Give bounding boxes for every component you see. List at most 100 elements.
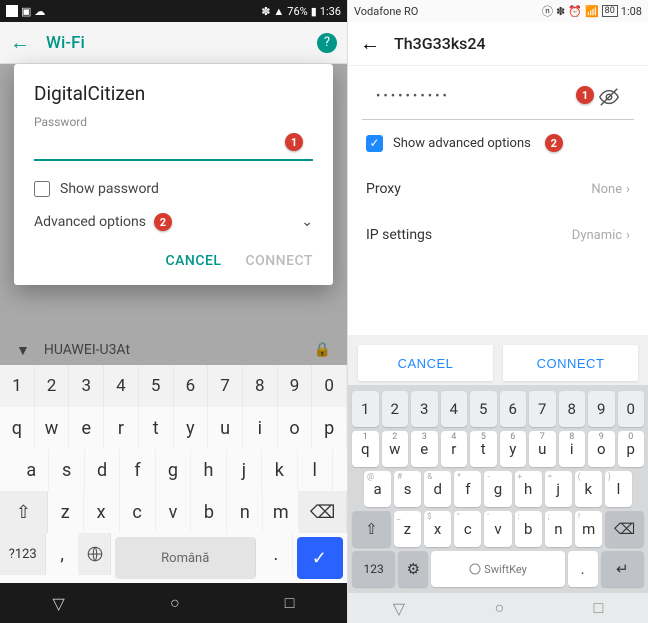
- key-j[interactable]: j: [227, 449, 262, 491]
- nav-back-icon[interactable]: ▽: [53, 594, 65, 613]
- comma-key[interactable]: ,: [46, 533, 78, 575]
- key-6[interactable]: 6: [500, 391, 527, 427]
- key-n[interactable]: ;n: [545, 511, 572, 547]
- period-key[interactable]: .: [568, 551, 598, 587]
- key-y[interactable]: 6y: [500, 431, 527, 467]
- nav-recent-icon[interactable]: □: [285, 593, 295, 613]
- key-b[interactable]: b: [191, 491, 227, 533]
- ip-settings-row[interactable]: IP settings Dynamic›: [348, 212, 648, 258]
- cancel-button[interactable]: CANCEL: [358, 345, 493, 381]
- connect-button[interactable]: CONNECT: [245, 253, 313, 269]
- connect-button[interactable]: CONNECT: [503, 345, 638, 381]
- key-p[interactable]: p: [312, 407, 347, 449]
- key-r[interactable]: r: [104, 407, 139, 449]
- backspace-key[interactable]: ⌫: [299, 491, 347, 533]
- key-3[interactable]: 3: [411, 391, 438, 427]
- key-k[interactable]: (k: [575, 471, 602, 507]
- nav-back-icon[interactable]: ▽: [393, 599, 405, 618]
- key-a[interactable]: @a: [364, 471, 391, 507]
- checkbox-checked-icon[interactable]: ✓: [366, 135, 383, 152]
- key-0[interactable]: 0: [618, 391, 645, 427]
- key-3[interactable]: 3: [69, 365, 104, 407]
- key-e[interactable]: 3e: [411, 431, 438, 467]
- keyboard[interactable]: 1234567890 1q2w3e4r5t6y7u8i9o0p @a#s&d*f…: [348, 385, 648, 593]
- period-key[interactable]: .: [260, 533, 292, 575]
- key-6[interactable]: 6: [174, 365, 209, 407]
- key-d[interactable]: d: [85, 449, 120, 491]
- advanced-options-row[interactable]: Advanced options 2 ⌄: [34, 213, 313, 231]
- key-m[interactable]: m: [263, 491, 299, 533]
- key-1[interactable]: 1: [0, 365, 35, 407]
- settings-key[interactable]: ⚙: [398, 551, 428, 587]
- key-0[interactable]: 0: [312, 365, 347, 407]
- password-input[interactable]: •••••••••• 1: [362, 74, 634, 120]
- key-h[interactable]: h: [191, 449, 226, 491]
- proxy-row[interactable]: Proxy None›: [348, 166, 648, 212]
- key-g[interactable]: -g: [484, 471, 511, 507]
- key-5[interactable]: 5: [470, 391, 497, 427]
- key-8[interactable]: 8: [243, 365, 278, 407]
- nav-recent-icon[interactable]: □: [594, 598, 604, 618]
- key-8[interactable]: 8: [559, 391, 586, 427]
- key-c[interactable]: "c: [454, 511, 481, 547]
- key-r[interactable]: 4r: [441, 431, 468, 467]
- help-icon[interactable]: ?: [317, 33, 337, 53]
- key-l[interactable]: )l: [605, 471, 632, 507]
- enter-key[interactable]: ✓: [297, 537, 343, 579]
- key-b[interactable]: :b: [515, 511, 542, 547]
- key-9[interactable]: 9: [278, 365, 313, 407]
- key-i[interactable]: 8i: [559, 431, 586, 467]
- key-z[interactable]: z: [48, 491, 84, 533]
- key-z[interactable]: _z: [394, 511, 421, 547]
- key-v[interactable]: v: [156, 491, 192, 533]
- shift-key[interactable]: ⇧: [352, 511, 391, 547]
- show-password-checkbox[interactable]: [34, 181, 50, 197]
- key-w[interactable]: w: [35, 407, 70, 449]
- key-g[interactable]: g: [156, 449, 191, 491]
- key-m[interactable]: !m: [575, 511, 602, 547]
- key-w[interactable]: 2w: [382, 431, 409, 467]
- key-f[interactable]: f: [120, 449, 155, 491]
- key-7[interactable]: 7: [208, 365, 243, 407]
- key-c[interactable]: c: [120, 491, 156, 533]
- symbol-key[interactable]: 123: [352, 551, 395, 587]
- visibility-off-icon[interactable]: [598, 86, 620, 108]
- key-i[interactable]: i: [243, 407, 278, 449]
- key-o[interactable]: 9o: [588, 431, 615, 467]
- key-e[interactable]: e: [69, 407, 104, 449]
- key-d[interactable]: &d: [424, 471, 451, 507]
- key-t[interactable]: t: [139, 407, 174, 449]
- space-key[interactable]: Română: [115, 537, 256, 579]
- back-icon[interactable]: ←: [10, 30, 30, 55]
- key-n[interactable]: n: [227, 491, 263, 533]
- key-2[interactable]: 2: [382, 391, 409, 427]
- key-k[interactable]: k: [262, 449, 297, 491]
- key-4[interactable]: 4: [441, 391, 468, 427]
- key-s[interactable]: s: [49, 449, 84, 491]
- symbol-key[interactable]: ?123: [0, 533, 46, 575]
- back-icon[interactable]: ←: [360, 31, 380, 56]
- key-h[interactable]: +h: [515, 471, 542, 507]
- key-v[interactable]: 'v: [484, 511, 511, 547]
- enter-key[interactable]: ↵: [601, 551, 644, 587]
- key-5[interactable]: 5: [139, 365, 174, 407]
- key-7[interactable]: 7: [529, 391, 556, 427]
- key-4[interactable]: 4: [104, 365, 139, 407]
- key-9[interactable]: 9: [588, 391, 615, 427]
- key-q[interactable]: 1q: [352, 431, 379, 467]
- key-p[interactable]: 0p: [618, 431, 645, 467]
- key-l[interactable]: l: [298, 449, 333, 491]
- key-a[interactable]: a: [14, 449, 49, 491]
- cancel-button[interactable]: CANCEL: [165, 253, 221, 269]
- space-key[interactable]: SwiftKey: [431, 551, 564, 587]
- show-password-toggle[interactable]: Show password: [34, 181, 313, 197]
- key-x[interactable]: $x: [424, 511, 451, 547]
- key-1[interactable]: 1: [352, 391, 379, 427]
- key-2[interactable]: 2: [35, 365, 70, 407]
- key-u[interactable]: u: [208, 407, 243, 449]
- key-o[interactable]: o: [278, 407, 313, 449]
- key-y[interactable]: y: [174, 407, 209, 449]
- key-f[interactable]: *f: [454, 471, 481, 507]
- key-j[interactable]: =j: [545, 471, 572, 507]
- keyboard[interactable]: 1234567890 qwertyuiop asdfghjkl ⇧ zxcvbn…: [0, 365, 347, 583]
